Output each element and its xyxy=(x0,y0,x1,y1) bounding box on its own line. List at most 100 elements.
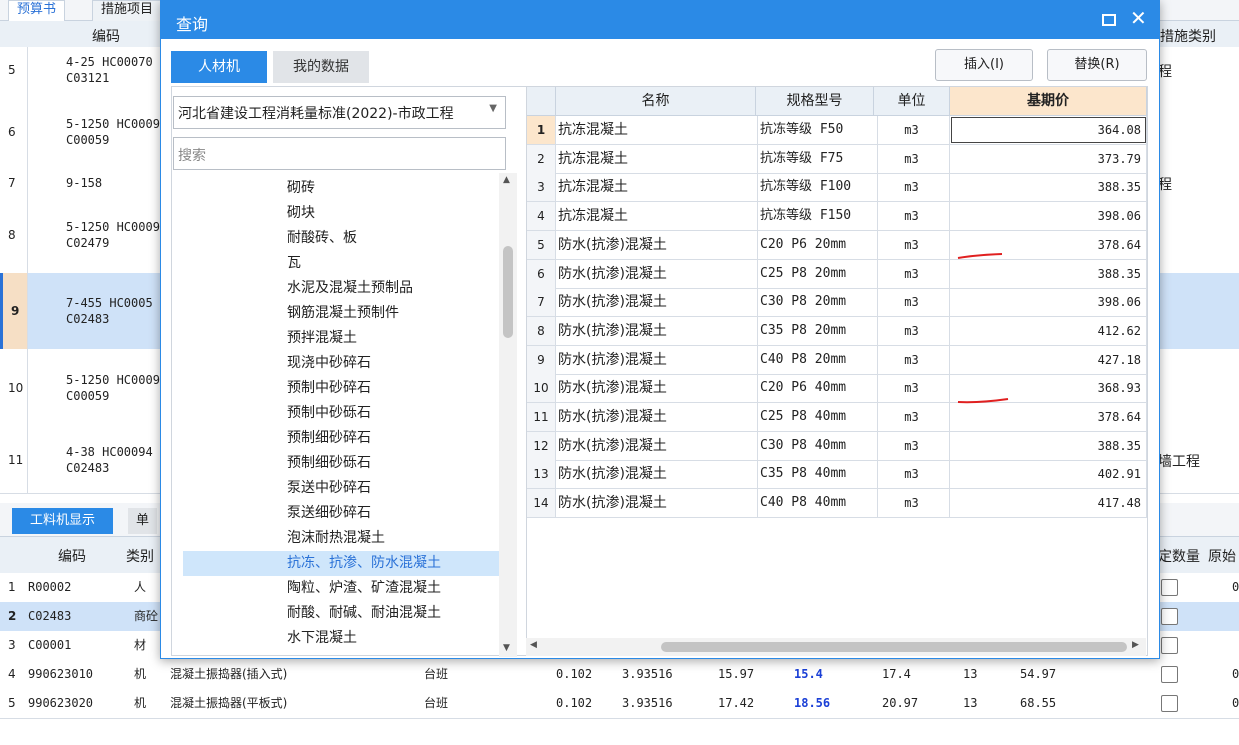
tab-measures[interactable]: 措施项目 xyxy=(92,0,163,21)
row-category: 程 xyxy=(1158,177,1172,193)
row-code: 5-1250 HC0009 C00059 xyxy=(66,116,160,147)
material-row[interactable]: 4 抗冻混凝土 抗冻等级 F150 m3 398.06 xyxy=(527,202,1147,232)
bottom-cell-unit: 台班 xyxy=(424,667,449,681)
fixed-qty-checkbox[interactable] xyxy=(1161,579,1178,596)
grid-header-price: 基期价 xyxy=(950,87,1147,116)
tree-item[interactable]: 瓦 xyxy=(183,251,499,276)
scroll-up-icon[interactable]: ▲ xyxy=(503,175,510,185)
bottom-header-code: 编码 xyxy=(58,549,86,565)
bottom-cell-num: 2 xyxy=(8,609,17,623)
scroll-left-icon[interactable]: ◀ xyxy=(530,640,537,650)
tree-item[interactable]: 砌砖 xyxy=(183,176,499,201)
tab-budget[interactable]: 预算书 xyxy=(8,0,66,21)
material-row[interactable]: 14 防水(抗渗)混凝土 C40 P8 40mm m3 417.48 xyxy=(527,489,1147,519)
tree-scroll-thumb[interactable] xyxy=(503,246,513,338)
tree-item[interactable]: 陶粒、炉渣、矿渣混凝土 xyxy=(183,576,499,601)
material-row[interactable]: 8 防水(抗渗)混凝土 C35 P8 20mm m3 412.62 xyxy=(527,316,1147,346)
tab-unit[interactable]: 单 xyxy=(128,508,158,534)
grid-horizontal-scrollbar[interactable]: ◀ ▶ xyxy=(526,638,1146,656)
material-row[interactable]: 10 防水(抗渗)混凝土 C20 P6 40mm m3 368.93 xyxy=(527,374,1147,404)
material-cell-price: 427.18 xyxy=(950,345,1147,374)
dropdown-arrow-icon[interactable]: ▼ xyxy=(489,103,497,114)
tree-vertical-scrollbar[interactable]: ▲ ▼ xyxy=(499,173,517,657)
material-cell-spec: C30 P8 40mm xyxy=(756,431,878,460)
tree-item[interactable]: 水泥及混凝土预制品 xyxy=(183,276,499,301)
header-code: 编码 xyxy=(92,29,120,45)
material-row[interactable]: 12 防水(抗渗)混凝土 C30 P8 40mm m3 388.35 xyxy=(527,431,1147,461)
tree-item-label: 预拌混凝土 xyxy=(287,330,357,346)
bottom-cell-type: 机 xyxy=(134,696,147,710)
tree-item[interactable]: 现浇中砂碎石 xyxy=(183,351,499,376)
material-cell-num: 12 xyxy=(527,431,556,460)
row-number: 6 xyxy=(0,93,28,170)
material-cell-num: 2 xyxy=(527,144,556,173)
row-number: 9 xyxy=(0,273,28,349)
bottom-grid-row[interactable]: 5 990623020 机 混凝土振捣器(平板式) 台班 0.102 3.93516 17.4… xyxy=(0,689,1239,719)
material-cell-unit: m3 xyxy=(874,173,950,202)
material-cell-spec: C35 P8 40mm xyxy=(756,460,878,489)
fixed-qty-checkbox[interactable] xyxy=(1161,608,1178,625)
material-row[interactable]: 2 抗冻混凝土 抗冻等级 F75 m3 373.79 xyxy=(527,144,1147,174)
material-cell-num: 9 xyxy=(527,345,556,374)
tree-item-label: 砌块 xyxy=(287,205,315,221)
maximize-icon[interactable] xyxy=(1102,14,1116,26)
material-row[interactable]: 9 防水(抗渗)混凝土 C40 P8 20mm m3 427.18 xyxy=(527,345,1147,375)
tree-item-label: 砌砖 xyxy=(287,180,315,196)
search-input[interactable]: 搜索 xyxy=(173,137,506,170)
fixed-qty-checkbox[interactable] xyxy=(1161,695,1178,712)
scroll-down-icon[interactable]: ▼ xyxy=(503,643,510,653)
fixed-qty-checkbox[interactable] xyxy=(1161,637,1178,654)
tab-my-data[interactable]: 我的数据 xyxy=(273,51,369,83)
tree-item[interactable]: 预制中砂砾石 xyxy=(183,401,499,426)
tree-item[interactable]: 抗冻、抗渗、防水混凝土 xyxy=(183,551,499,576)
fixed-qty-checkbox[interactable] xyxy=(1161,666,1178,683)
tree-item[interactable]: 钢筋混凝土预制件 xyxy=(183,301,499,326)
tree-item-label: 预制中砂碎石 xyxy=(287,380,371,396)
tree-item[interactable]: 泵送细砂碎石 xyxy=(183,501,499,526)
tree-item[interactable]: 水下混凝土 xyxy=(183,626,499,651)
material-cell-price: 398.06 xyxy=(950,202,1147,231)
bottom-cell-original: 0 xyxy=(1232,667,1239,681)
tab-material-display[interactable]: 工料机显示 xyxy=(12,508,114,534)
row-category: 程 xyxy=(1158,64,1172,80)
tree-item[interactable]: 预制中砂碎石 xyxy=(183,376,499,401)
material-row[interactable]: 11 防水(抗渗)混凝土 C25 P8 40mm m3 378.64 xyxy=(527,403,1147,432)
tree-item[interactable]: 耐酸砖、板 xyxy=(183,226,499,251)
bottom-cell-b: 3.93516 xyxy=(622,667,673,681)
bottom-cell-code: 990623020 xyxy=(28,696,94,710)
bottom-cell-f: 13 xyxy=(963,696,978,710)
material-row[interactable]: 1 抗冻混凝土 抗冻等级 F50 m3 364.08 xyxy=(527,116,1147,145)
material-cell-num: 4 xyxy=(527,202,556,231)
replace-button[interactable]: 替换(R) xyxy=(1047,49,1147,81)
material-cell-spec: C20 P6 40mm xyxy=(756,374,878,403)
tree-item-label: 水下混凝土 xyxy=(287,630,357,646)
tree-item[interactable]: 砌块 xyxy=(183,201,499,226)
row-number: 7 xyxy=(0,170,28,196)
tab-labor-material-machine[interactable]: 人材机 xyxy=(171,51,267,83)
standard-select[interactable]: 河北省建设工程消耗量标准(2022)-市政工程 ▼ xyxy=(173,96,506,129)
material-row[interactable]: 7 防水(抗渗)混凝土 C30 P8 20mm m3 398.06 xyxy=(527,288,1147,318)
material-row[interactable]: 13 防水(抗渗)混凝土 C35 P8 40mm m3 402.91 xyxy=(527,460,1147,490)
tree-item[interactable]: 预拌混凝土 xyxy=(183,326,499,351)
bottom-cell-unit: 台班 xyxy=(424,696,449,710)
dialog-title: 查询 xyxy=(176,15,209,34)
tree-item[interactable]: 耐酸、耐碱、耐油混凝土 xyxy=(183,601,499,626)
material-cell-name: 抗冻混凝土 xyxy=(556,173,758,202)
dialog-title-bar[interactable]: 查询 ✕ xyxy=(161,1,1159,39)
material-row[interactable]: 6 防水(抗渗)混凝土 C25 P8 20mm m3 388.35 xyxy=(527,259,1147,289)
material-cell-unit: m3 xyxy=(874,489,950,518)
bottom-grid-row[interactable]: 4 990623010 机 混凝土振捣器(插入式) 台班 0.102 3.93516 15.9… xyxy=(0,660,1239,690)
insert-button[interactable]: 插入(I) xyxy=(935,49,1033,81)
tree-item[interactable]: 预制细砂砾石 xyxy=(183,451,499,476)
material-cell-num: 7 xyxy=(527,288,556,317)
grid-header-spec: 规格型号 xyxy=(756,87,874,116)
material-row[interactable]: 3 抗冻混凝土 抗冻等级 F100 m3 388.35 xyxy=(527,173,1147,203)
scroll-right-icon[interactable]: ▶ xyxy=(1132,640,1139,650)
tree-item[interactable]: 泵送中砂碎石 xyxy=(183,476,499,501)
close-icon[interactable]: ✕ xyxy=(1130,6,1147,30)
bottom-cell-num: 4 xyxy=(8,667,16,681)
material-row[interactable]: 5 防水(抗渗)混凝土 C20 P6 20mm m3 378.64 xyxy=(527,230,1147,260)
tree-item[interactable]: 泡沫耐热混凝土 xyxy=(183,526,499,551)
tree-item[interactable]: 预制细砂碎石 xyxy=(183,426,499,451)
grid-scroll-thumb[interactable] xyxy=(661,642,1127,652)
